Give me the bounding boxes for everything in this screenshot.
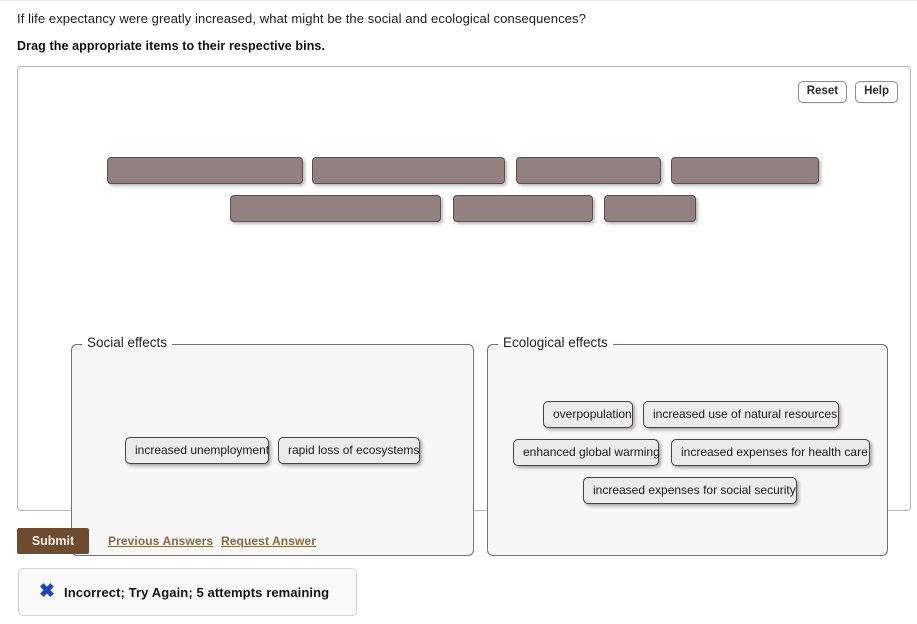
draggable-item[interactable]: increased use of natural resources <box>643 401 839 428</box>
empty-slot[interactable] <box>230 195 441 222</box>
draggable-item[interactable]: enhanced global warming <box>513 439 660 466</box>
feedback-message: Incorrect; Try Again; 5 attempts remaini… <box>64 585 330 600</box>
top-divider <box>0 0 917 1</box>
bin-social-effects[interactable]: Social effects increased unemployment rap… <box>71 335 474 556</box>
bin-ecological-effects[interactable]: Ecological effects overpopulation increas… <box>487 335 888 556</box>
panel-toolbar: Reset Help <box>797 81 898 103</box>
empty-slot[interactable] <box>453 195 593 222</box>
draggable-item[interactable]: increased expenses for health care <box>671 439 870 466</box>
draggable-item[interactable]: rapid loss of ecosystems <box>278 437 420 464</box>
request-answer-link[interactable]: Request Answer <box>221 534 316 548</box>
draggable-item[interactable]: increased unemployment <box>125 437 269 464</box>
incorrect-x-icon: ✖ <box>39 581 55 602</box>
feedback-banner: ✖ Incorrect; Try Again; 5 attempts remai… <box>18 568 357 616</box>
drag-and-drop-panel: Reset Help Social effects increased unem… <box>17 66 911 556</box>
submit-button[interactable]: Submit <box>17 528 89 554</box>
bin-ecological-dropzone[interactable]: overpopulation increased use of natural r… <box>488 345 887 555</box>
draggable-item[interactable]: overpopulation <box>543 401 633 428</box>
draggable-item[interactable]: increased expenses for social security <box>583 477 797 504</box>
question-text: If life expectancy were greatly increase… <box>17 11 586 26</box>
instruction-text: Drag the appropriate items to their resp… <box>17 39 326 53</box>
empty-slot[interactable] <box>107 157 303 184</box>
empty-slot[interactable] <box>516 157 661 184</box>
bin-social-dropzone[interactable]: increased unemployment rapid loss of ecos… <box>72 345 473 555</box>
reset-button[interactable]: Reset <box>797 81 848 103</box>
empty-slot[interactable] <box>312 157 505 184</box>
help-button[interactable]: Help <box>855 81 898 103</box>
empty-slot[interactable] <box>671 157 819 184</box>
empty-slot[interactable] <box>604 195 696 222</box>
previous-answers-link[interactable]: Previous Answers <box>108 534 213 548</box>
